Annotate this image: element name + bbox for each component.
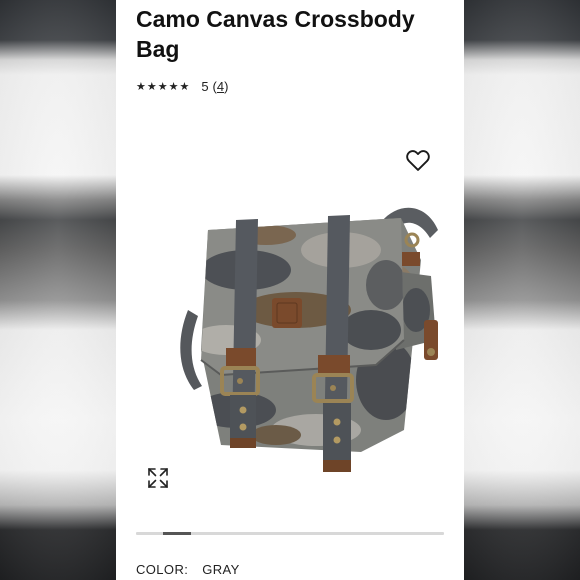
color-label: COLOR: [136,562,189,577]
blurred-background-left [0,0,116,580]
expand-icon[interactable] [146,466,170,490]
rating-stars: ★★★★★ [136,81,191,93]
review-count-link[interactable]: (4) [213,79,229,94]
color-value: GRAY [202,562,240,577]
image-carousel-scroll-thumb[interactable] [163,532,191,535]
product-title: Camo Canvas Crossbody Bag [136,6,415,62]
color-attribute: COLOR: GRAY [136,562,240,577]
rating-row[interactable]: ★★★★★ 5 (4) [136,79,228,94]
image-carousel-scrollbar[interactable] [136,532,444,535]
product-image[interactable] [146,190,446,490]
product-panel: Camo Canvas Crossbody Bag ★★★★★ 5 (4) CO… [116,0,464,580]
rating-value: 5 [201,79,209,94]
heart-icon[interactable] [404,146,432,174]
blurred-background-right [464,0,580,580]
